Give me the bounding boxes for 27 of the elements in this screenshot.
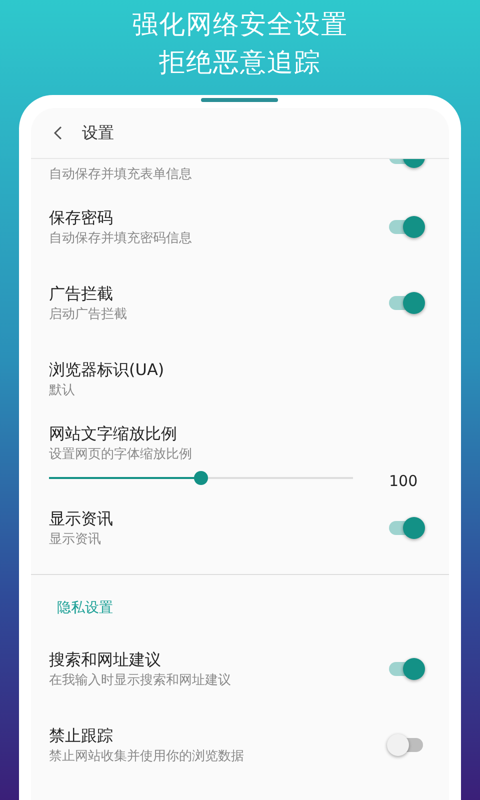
setting-title: 禁止跟踪 bbox=[49, 724, 114, 746]
speaker-icon bbox=[201, 98, 278, 102]
setting-subtitle: 默认 bbox=[49, 382, 76, 400]
setting-title: 保存密码 bbox=[49, 206, 114, 228]
toggle-switch[interactable] bbox=[387, 733, 425, 757]
headline: 拒绝恶意追踪 bbox=[159, 47, 321, 80]
slider-value: 100 bbox=[389, 472, 418, 490]
setting-title: 浏览器标识(UA) bbox=[49, 358, 164, 380]
setting-subtitle: 自动保存并填充表单信息 bbox=[49, 166, 192, 184]
setting-title: 搜索和网址建议 bbox=[49, 648, 162, 670]
setting-subtitle: 禁止网站收集并使用你的浏览数据 bbox=[49, 748, 244, 766]
toggle-switch[interactable] bbox=[387, 215, 425, 239]
setting-title: 广告拦截 bbox=[49, 282, 114, 304]
headline: 强化网络安全设置 bbox=[132, 9, 348, 42]
setting-subtitle: 显示资讯 bbox=[49, 530, 102, 548]
section-header: 隐私设置 bbox=[56, 599, 114, 618]
setting-title: 显示资讯 bbox=[49, 508, 113, 530]
screen-title: 设置 bbox=[82, 122, 114, 144]
setting-subtitle: 在我输入时显示搜索和网址建议 bbox=[49, 672, 231, 690]
setting-subtitle: 启动广告拦截 bbox=[49, 306, 127, 324]
back-icon[interactable] bbox=[53, 125, 63, 141]
toggle-switch[interactable] bbox=[387, 657, 425, 681]
toggle-switch[interactable] bbox=[387, 516, 425, 540]
setting-subtitle: 设置网页的字体缩放比例 bbox=[49, 446, 193, 464]
setting-subtitle: 自动保存并填充密码信息 bbox=[49, 230, 192, 248]
setting-title: 网站文字缩放比例 bbox=[49, 423, 178, 445]
toggle-switch[interactable] bbox=[387, 291, 425, 315]
